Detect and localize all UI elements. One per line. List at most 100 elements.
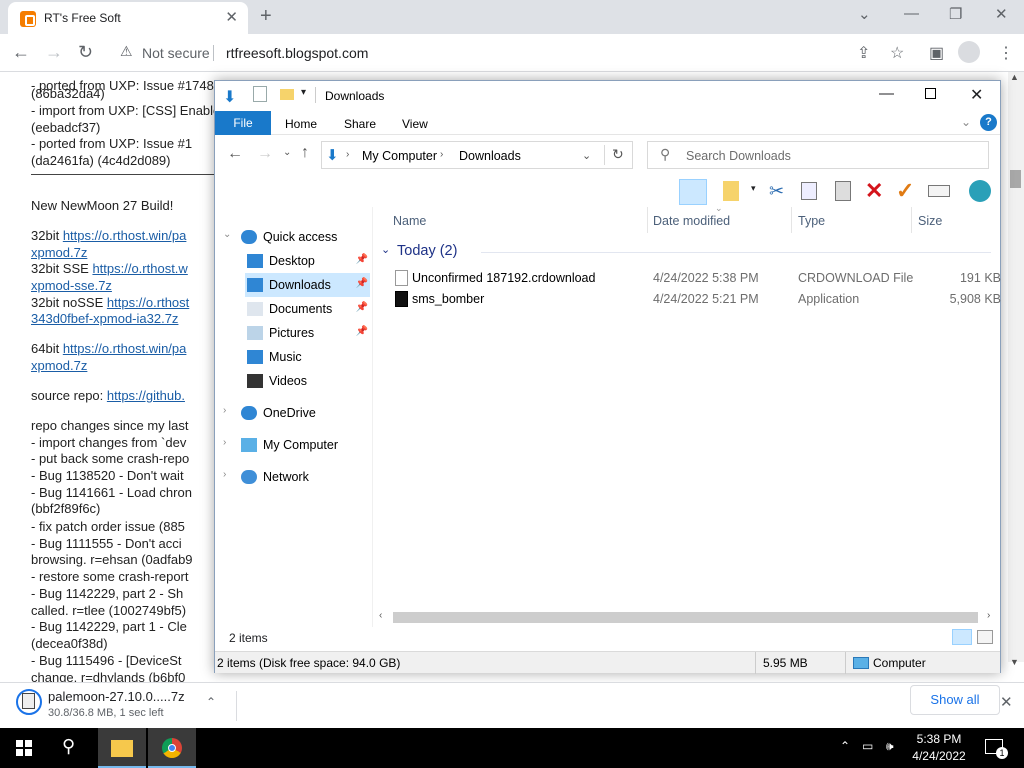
side-panel-icon[interactable]: ▣	[929, 43, 944, 63]
copy-icon[interactable]	[801, 182, 817, 200]
ribbon-expand-icon[interactable]: ⌄	[961, 115, 971, 129]
pin-icon[interactable]: 📌	[356, 326, 368, 337]
file-row[interactable]: sms_bomber 4/24/2022 5:21 PM Application 5,…	[393, 289, 1001, 309]
pin-icon[interactable]: 📌	[356, 254, 368, 265]
pin-icon[interactable]: 📌	[356, 302, 368, 313]
nav-item-desktop[interactable]: Desktop 📌	[245, 249, 370, 273]
column-divider[interactable]	[647, 207, 648, 233]
horizontal-scroll-thumb[interactable]	[393, 612, 978, 623]
search-taskbar-icon[interactable]: ⚲	[62, 736, 75, 757]
scroll-down-icon[interactable]: ▼	[1010, 657, 1019, 667]
tray-chevron-icon[interactable]: ⌃	[840, 739, 850, 753]
download-item[interactable]: palemoon-27.10.0.....7z 30.8/36.8 MB, 1 …	[0, 683, 225, 729]
properties-panel-icon[interactable]	[928, 185, 950, 197]
post-text-line[interactable]: 32bit https://o.rthost.win/pa	[31, 228, 186, 243]
explorer-minimize-icon[interactable]: —	[879, 85, 894, 102]
cut-icon[interactable]: ✂	[769, 181, 784, 202]
post-text-line[interactable]: 32bit noSSE https://o.rthost	[31, 295, 189, 310]
download-menu-chevron-icon[interactable]: ⌃	[206, 695, 216, 709]
volume-icon[interactable]: 🕪	[886, 739, 894, 754]
paste-icon[interactable]	[835, 181, 851, 201]
nav-item-quick-access[interactable]: ⌄ Quick access	[223, 225, 370, 249]
post-text-line[interactable]: xpmod.7z	[31, 245, 87, 260]
horizontal-scrollbar[interactable]: ‹ ›	[375, 609, 1000, 626]
scroll-up-icon[interactable]: ▲	[1010, 72, 1019, 82]
col-name[interactable]: Name	[393, 214, 426, 228]
address-bar[interactable]: ⬇ › My Computer › Downloads ⌄ ↻	[321, 141, 633, 169]
column-divider[interactable]	[911, 207, 912, 233]
col-date[interactable]: Date modified	[653, 214, 730, 228]
bookmark-star-icon[interactable]: ☆	[890, 43, 904, 63]
omnibox[interactable]: ⚠ Not secure rtfreesoft.blogspot.com	[108, 38, 920, 68]
post-link[interactable]: https://o.rthost.w	[92, 261, 187, 276]
globe-icon[interactable]	[969, 180, 991, 202]
col-type[interactable]: Type	[798, 214, 825, 228]
nav-item-downloads[interactable]: Downloads 📌	[245, 273, 370, 297]
collapse-chevron-icon[interactable]: ›	[223, 469, 226, 480]
nav-forward-icon[interactable]: →	[257, 145, 273, 163]
new-folder-icon[interactable]	[280, 89, 294, 100]
nav-item-music[interactable]: Music	[245, 345, 370, 369]
post-link[interactable]: https://github.	[107, 388, 185, 403]
browser-tab[interactable]: RT's Free Soft ✕	[8, 2, 248, 34]
minimize-icon[interactable]: —	[904, 5, 919, 22]
nav-item-videos[interactable]: Videos	[245, 369, 370, 393]
show-all-button[interactable]: Show all	[910, 685, 1000, 715]
explorer-maximize-icon[interactable]	[925, 88, 936, 99]
group-collapse-icon[interactable]: ⌄	[381, 243, 390, 256]
menu-dots-icon[interactable]: ⋮	[998, 43, 1014, 63]
nav-item-pictures[interactable]: Pictures 📌	[245, 321, 370, 345]
layout-dropdown-icon[interactable]: ▾	[751, 183, 756, 194]
ribbon-home-tab[interactable]: Home	[285, 117, 317, 131]
breadcrumb-folder[interactable]: Downloads	[459, 149, 521, 163]
large-icons-view-icon[interactable]	[977, 630, 993, 644]
scroll-right-icon[interactable]: ›	[987, 610, 990, 621]
explorer-close-icon[interactable]: ✕	[970, 85, 983, 105]
post-text-line[interactable]: source repo: https://github.	[31, 388, 185, 403]
post-text-line[interactable]: 32bit SSE https://o.rthost.w	[31, 261, 188, 276]
network-tray-icon[interactable]: ▭	[862, 739, 873, 753]
reload-icon[interactable]: ↻	[78, 42, 93, 63]
breadcrumb-chevron-icon[interactable]: ›	[346, 149, 349, 160]
rename-check-icon[interactable]: ✓	[896, 178, 914, 204]
file-row[interactable]: Unconfirmed 187192.crdownload 4/24/2022 5…	[393, 268, 1001, 288]
close-tab-icon[interactable]: ✕	[225, 8, 238, 26]
post-text-line[interactable]: xpmod-sse.7z	[31, 278, 112, 293]
properties-icon[interactable]	[253, 86, 267, 102]
col-size[interactable]: Size	[918, 214, 942, 228]
help-icon[interactable]: ?	[980, 114, 997, 131]
warning-icon[interactable]: ⚠	[120, 43, 133, 60]
close-window-icon[interactable]: ✕	[995, 5, 1008, 23]
post-text-line[interactable]: xpmod.7z	[31, 358, 87, 373]
breadcrumb-chevron-icon[interactable]: ›	[440, 149, 443, 160]
post-link[interactable]: xpmod-sse.7z	[31, 278, 112, 293]
group-header[interactable]: Today (2)	[397, 243, 457, 259]
collapse-chevron-icon[interactable]: ›	[223, 437, 226, 448]
breadcrumb-root[interactable]: My Computer	[362, 149, 437, 163]
nav-item-network[interactable]: › Network	[223, 465, 370, 489]
preview-pane-icon[interactable]	[679, 179, 707, 205]
scroll-left-icon[interactable]: ‹	[379, 610, 382, 621]
ribbon-share-tab[interactable]: Share	[344, 117, 376, 131]
customize-qat-icon[interactable]: ▾	[301, 87, 306, 98]
search-box[interactable]: ⚲ Search Downloads	[647, 141, 989, 169]
forward-icon[interactable]: →	[45, 42, 63, 63]
up-folder-icon[interactable]: ↑	[301, 144, 309, 162]
layout-icon[interactable]	[723, 181, 739, 201]
post-link[interactable]: 343d0fbef-xpmod-ia32.7z	[31, 311, 178, 326]
clock-time[interactable]: 5:38 PM	[910, 732, 968, 746]
post-text-line[interactable]: 343d0fbef-xpmod-ia32.7z	[31, 311, 178, 326]
post-link[interactable]: https://o.rthost.win/pa	[63, 341, 187, 356]
back-icon[interactable]: ←	[12, 42, 30, 63]
expand-chevron-icon[interactable]: ⌄	[223, 229, 231, 240]
page-scrollbar-thumb[interactable]	[1010, 170, 1021, 188]
new-tab-button[interactable]: +	[260, 5, 272, 28]
address-dropdown-icon[interactable]: ⌄	[582, 149, 591, 162]
post-link[interactable]: https://o.rthost.win/pa	[63, 228, 187, 243]
tab-search-icon[interactable]: ⌄	[858, 5, 871, 23]
ribbon-view-tab[interactable]: View	[402, 117, 428, 131]
share-icon[interactable]: ⇪	[857, 43, 870, 63]
url-text[interactable]: rtfreesoft.blogspot.com	[226, 45, 368, 61]
profile-avatar-icon[interactable]	[958, 41, 980, 63]
delete-icon[interactable]: ✕	[865, 178, 883, 204]
